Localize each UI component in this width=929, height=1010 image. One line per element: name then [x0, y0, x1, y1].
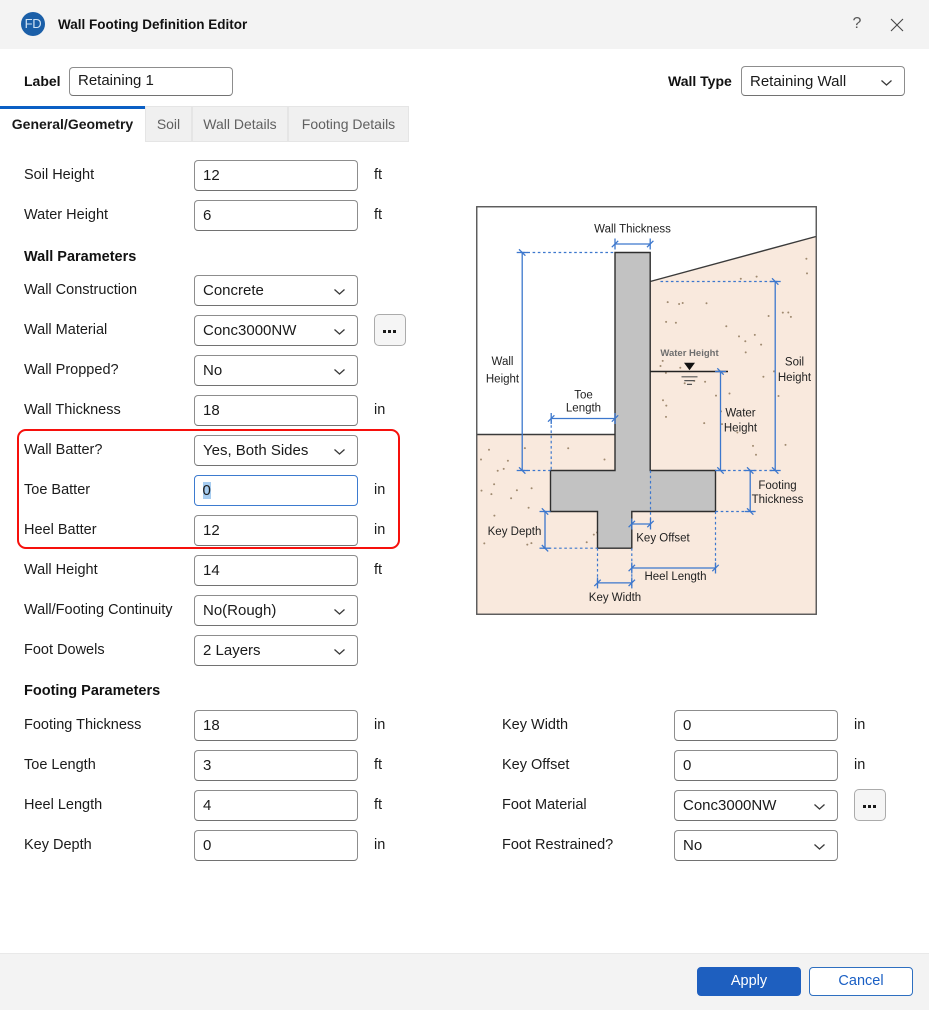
svg-text:Water: Water [725, 408, 755, 420]
svg-text:Height: Height [486, 374, 520, 386]
svg-text:Key Width: Key Width [589, 592, 641, 604]
svg-text:Soil: Soil [785, 357, 804, 369]
svg-text:Length: Length [566, 403, 601, 415]
svg-text:Footing: Footing [758, 480, 796, 492]
svg-text:Toe: Toe [574, 390, 593, 402]
svg-text:Water Height: Water Height [660, 348, 719, 359]
svg-text:Heel Length: Heel Length [644, 571, 706, 583]
svg-text:Thickness: Thickness [752, 494, 804, 506]
svg-text:Key Depth: Key Depth [488, 526, 542, 538]
svg-text:Height: Height [778, 372, 812, 384]
svg-text:Wall: Wall [492, 356, 514, 368]
svg-text:Key Offset: Key Offset [636, 533, 690, 545]
svg-text:Wall Thickness: Wall Thickness [594, 224, 671, 236]
svg-text:Height: Height [724, 423, 758, 435]
